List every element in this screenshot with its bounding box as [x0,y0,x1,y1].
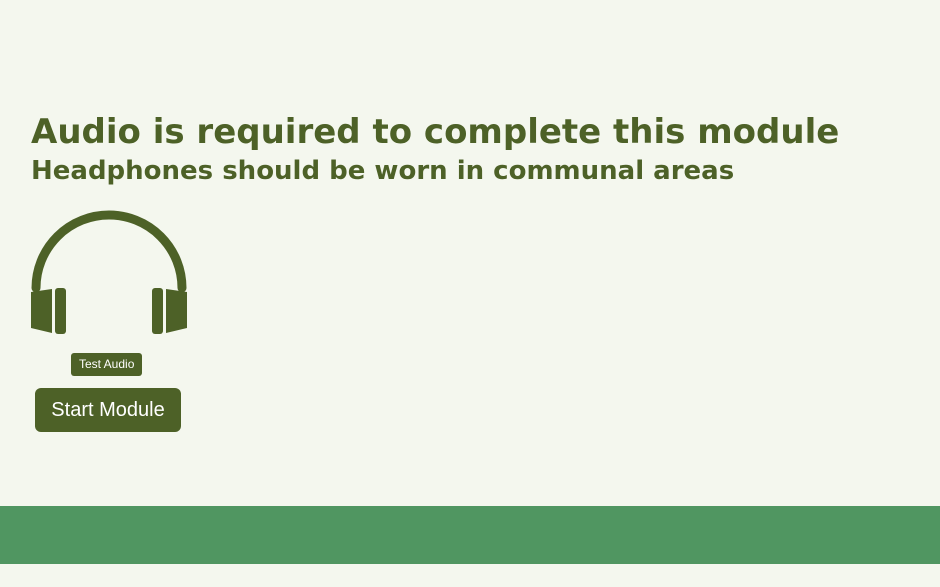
page-title: Audio is required to complete this modul… [31,112,840,152]
test-audio-button[interactable]: Test Audio [71,353,143,376]
audio-requirement-panel: Audio is required to complete this modul… [31,110,940,432]
footer-bar [0,506,940,564]
headphones-icon [31,210,187,336]
start-module-button[interactable]: Start Module [35,388,181,432]
page-subtitle: Headphones should be worn in communal ar… [31,156,735,186]
